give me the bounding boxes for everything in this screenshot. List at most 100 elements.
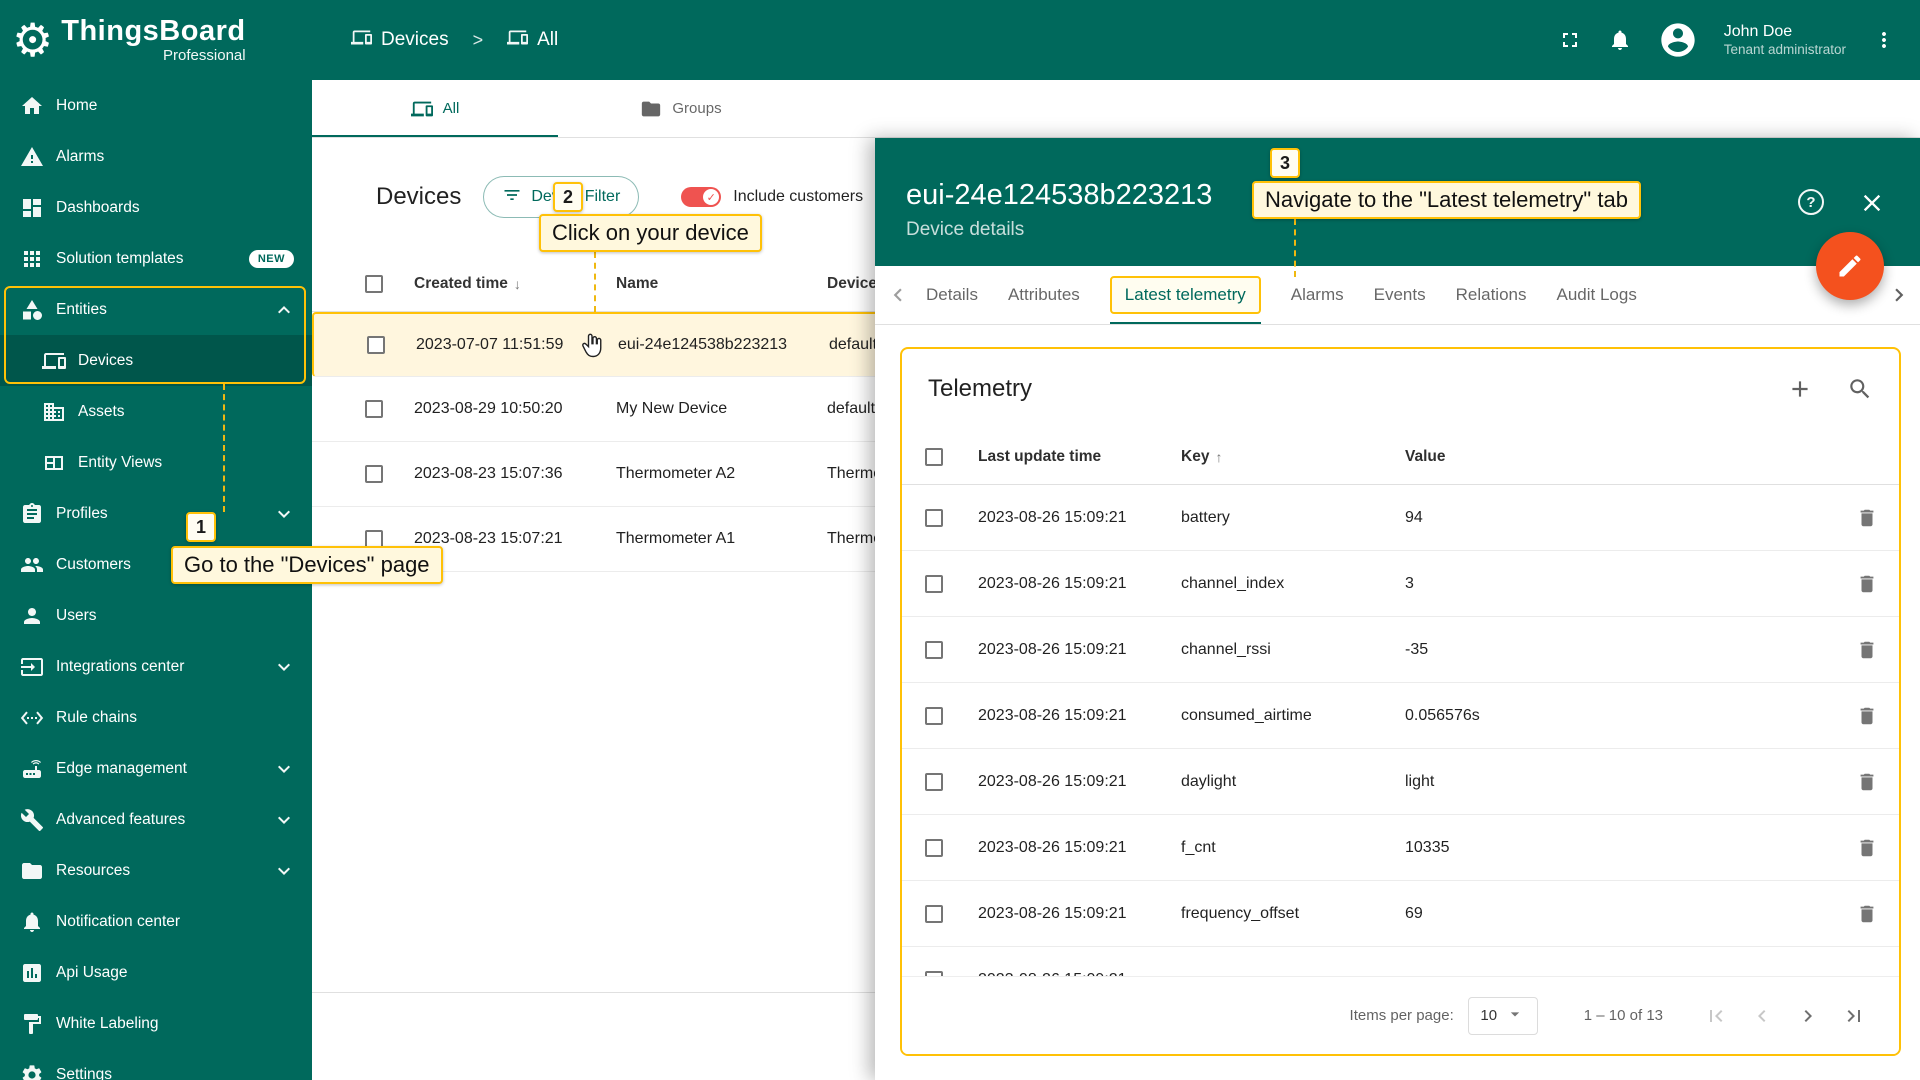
- tab-all[interactable]: All: [312, 80, 558, 137]
- items-per-page-label: Items per page:: [1349, 1007, 1454, 1024]
- delete-telemetry-button[interactable]: [1835, 903, 1899, 925]
- sidebar-item-users[interactable]: Users: [0, 590, 312, 641]
- thingsboard-logo[interactable]: ⚙ ThingsBoard Professional: [0, 0, 312, 80]
- sidebar-item-resources[interactable]: Resources: [0, 845, 312, 896]
- row-checkbox[interactable]: [925, 904, 943, 923]
- sidebar-item-api-usage[interactable]: Api Usage: [0, 947, 312, 998]
- first-page-button[interactable]: [1693, 1004, 1739, 1028]
- telemetry-row[interactable]: 2023-08-26 15:09:21 channel_index 3: [902, 551, 1899, 617]
- tab-attributes[interactable]: Attributes: [1008, 285, 1080, 305]
- select-all-checkbox[interactable]: [365, 274, 383, 293]
- row-checkbox[interactable]: [365, 400, 383, 418]
- fullscreen-icon: [1562, 33, 1577, 47]
- delete-telemetry-button[interactable]: [1835, 639, 1899, 661]
- column-last-update-time[interactable]: Last update time: [978, 448, 1181, 466]
- tabs-scroll-right-button[interactable]: [1886, 282, 1912, 308]
- sidebar-item-solution-templates[interactable]: Solution templates NEW: [0, 233, 312, 284]
- device-name: My New Device: [616, 400, 728, 417]
- user-avatar[interactable]: [1658, 20, 1698, 60]
- edit-fab[interactable]: [1816, 232, 1884, 300]
- delete-telemetry-button[interactable]: [1835, 705, 1899, 727]
- breadcrumb-devices[interactable]: Devices: [351, 27, 449, 54]
- add-telemetry-button[interactable]: [1787, 376, 1813, 402]
- next-page-button[interactable]: [1785, 1004, 1831, 1028]
- row-checkbox[interactable]: [925, 574, 943, 593]
- row-checkbox[interactable]: [367, 336, 385, 354]
- tab-relations[interactable]: Relations: [1456, 285, 1527, 305]
- row-checkbox[interactable]: [925, 706, 943, 725]
- sidebar-item-edge-management[interactable]: Edge management: [0, 743, 312, 794]
- sidebar-item-white-labeling[interactable]: White Labeling: [0, 998, 312, 1049]
- sidebar-item-dashboards[interactable]: Dashboards: [0, 182, 312, 233]
- column-name[interactable]: Name: [616, 275, 827, 293]
- search-icon: [1850, 379, 1870, 399]
- sidebar-item-devices[interactable]: Devices: [0, 335, 312, 386]
- breadcrumb-all[interactable]: All: [507, 27, 558, 54]
- row-checkbox[interactable]: [925, 508, 943, 527]
- delete-icon: [1860, 509, 1874, 526]
- delete-telemetry-button[interactable]: [1835, 573, 1899, 595]
- row-checkbox[interactable]: [925, 838, 943, 857]
- last-page-button[interactable]: [1831, 1004, 1877, 1028]
- sidebar-item-entities[interactable]: Entities: [0, 284, 312, 335]
- tab-audit-logs[interactable]: Audit Logs: [1557, 285, 1637, 305]
- previous-page-button[interactable]: [1739, 1004, 1785, 1028]
- sidebar-item-profiles[interactable]: Profiles: [0, 488, 312, 539]
- tabs-scroll-left-button[interactable]: [885, 282, 911, 308]
- include-customers-toggle[interactable]: ✓ Include customers: [681, 187, 863, 207]
- column-value[interactable]: Value: [1405, 448, 1835, 466]
- sidebar-item-home[interactable]: Home: [0, 80, 312, 131]
- annotation-step-2: 2: [553, 182, 583, 212]
- annotation-label-3: Navigate to the "Latest telemetry" tab: [1252, 181, 1641, 219]
- column-created-time[interactable]: Created time ↓: [414, 275, 616, 293]
- fullscreen-button[interactable]: [1558, 28, 1582, 52]
- drawer-subtitle: Device details: [906, 219, 1025, 240]
- top-header: ⚙ ThingsBoard Professional Devices > All…: [0, 0, 1920, 80]
- bell-icon: [1611, 30, 1628, 50]
- delete-icon: [1860, 773, 1874, 790]
- tab-groups[interactable]: Groups: [558, 80, 804, 137]
- sidebar-item-rule-chains[interactable]: Rule chains: [0, 692, 312, 743]
- delete-telemetry-button[interactable]: [1835, 771, 1899, 793]
- sidebar-item-settings[interactable]: Settings: [0, 1049, 312, 1080]
- sidebar-item-notification-center[interactable]: Notification center: [0, 896, 312, 947]
- kebab-menu-button[interactable]: [1872, 28, 1896, 52]
- telemetry-time: 2023-08-26 15:09:21: [978, 640, 1127, 658]
- filter-list-icon: [504, 189, 520, 200]
- close-button[interactable]: [1858, 189, 1886, 220]
- tab-events[interactable]: Events: [1374, 285, 1426, 305]
- telemetry-key: frequency_offset: [1181, 904, 1300, 922]
- sidebar-item-assets[interactable]: Assets: [0, 386, 312, 437]
- telemetry-time: 2023-08-26 15:09:21: [978, 706, 1127, 724]
- sidebar-item-label: Users: [56, 606, 97, 624]
- items-per-page-select[interactable]: 10: [1467, 996, 1538, 1035]
- device-name: Thermometer A1: [616, 530, 736, 547]
- devices-icon: [507, 27, 529, 54]
- telemetry-row[interactable]: 2023-08-26 15:09:21 channel_rssi -35: [902, 617, 1899, 683]
- sidebar-item-integrations-center[interactable]: Integrations center: [0, 641, 312, 692]
- telemetry-row[interactable]: 2023-08-26 15:09:21 daylight light: [902, 749, 1899, 815]
- sidebar-item-entity-views[interactable]: Entity Views: [0, 437, 312, 488]
- telemetry-row[interactable]: 2023-08-26 15:09:21 frequency_offset 69: [902, 881, 1899, 947]
- delete-icon: [1860, 707, 1874, 724]
- column-key[interactable]: Key ↑: [1181, 448, 1405, 466]
- row-checkbox[interactable]: [925, 772, 943, 791]
- help-button[interactable]: ?: [1798, 189, 1824, 215]
- delete-telemetry-button[interactable]: [1835, 507, 1899, 529]
- row-checkbox[interactable]: [365, 465, 383, 483]
- sidebar-item-advanced-features[interactable]: Advanced features: [0, 794, 312, 845]
- telemetry-select-all-checkbox[interactable]: [925, 447, 943, 466]
- delete-telemetry-button[interactable]: [1835, 837, 1899, 859]
- notifications-bell-button[interactable]: [1608, 28, 1632, 52]
- search-telemetry-button[interactable]: [1847, 376, 1873, 402]
- telemetry-row[interactable]: 2023-08-26 15:09:21 battery 94: [902, 485, 1899, 551]
- row-checkbox[interactable]: [925, 640, 943, 659]
- telemetry-row[interactable]: 2023-08-26 15:09:21 f_cnt 10335: [902, 815, 1899, 881]
- sidebar-item-alarms[interactable]: Alarms: [0, 131, 312, 182]
- device-created-time: 2023-08-23 15:07:36: [414, 465, 563, 482]
- telemetry-row[interactable]: 2023-08-26 15:09:21 consumed_airtime 0.056…: [902, 683, 1899, 749]
- tab-details[interactable]: Details: [926, 285, 978, 305]
- tab-latest-telemetry[interactable]: Latest telemetry: [1109, 276, 1261, 324]
- chevron-right-icon: [1895, 288, 1904, 302]
- tab-alarms[interactable]: Alarms: [1291, 285, 1344, 305]
